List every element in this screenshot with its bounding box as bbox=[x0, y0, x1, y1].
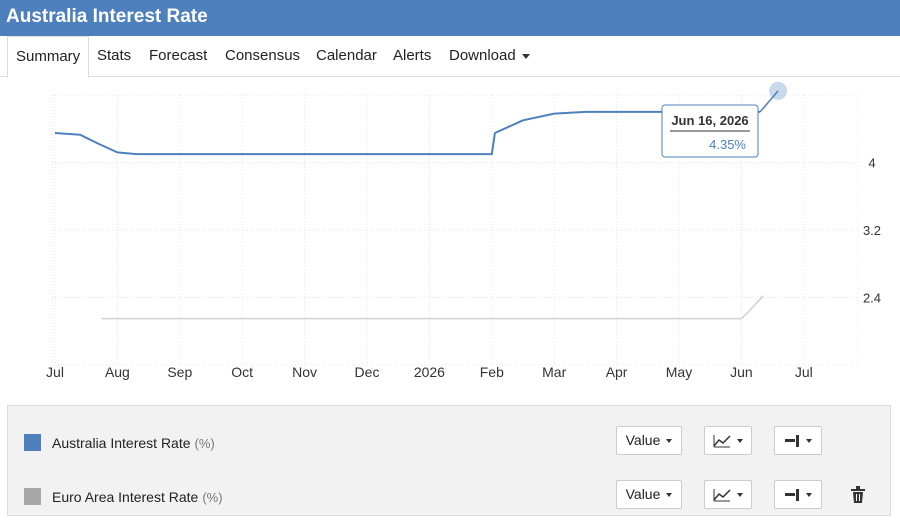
line-chart-icon bbox=[713, 435, 731, 448]
x-tick-label: Sep bbox=[167, 364, 192, 380]
axis-dropdown[interactable] bbox=[774, 426, 822, 455]
tab-alerts[interactable]: Alerts bbox=[393, 36, 431, 77]
y-tick-label: 3.2 bbox=[863, 223, 881, 238]
x-tick-label: Mar bbox=[542, 364, 566, 380]
tab-stats[interactable]: Stats bbox=[97, 36, 131, 77]
tab-forecast[interactable]: Forecast bbox=[149, 36, 207, 77]
tab-summary[interactable]: Summary bbox=[7, 36, 90, 78]
axis-side-icon bbox=[785, 489, 799, 502]
chevron-down-icon bbox=[521, 53, 530, 59]
y-tick-label: 4 bbox=[868, 156, 875, 171]
x-tick-label: Jul bbox=[46, 364, 64, 380]
tab-download[interactable]: Download bbox=[449, 36, 530, 77]
x-tick-label: 2026 bbox=[414, 364, 445, 380]
x-tick-label: Apr bbox=[606, 364, 628, 380]
legend-row-euro: Euro Area Interest Rate (%) Value bbox=[8, 468, 892, 512]
legend-series-name: Euro Area Interest Rate (%) bbox=[52, 489, 223, 505]
tab-consensus[interactable]: Consensus bbox=[225, 36, 300, 77]
chart-type-dropdown[interactable] bbox=[704, 426, 752, 455]
tab-bar: Summary Stats Forecast Consensus Calenda… bbox=[0, 36, 900, 78]
y-tick-label: 2.4 bbox=[863, 291, 881, 306]
tab-download-label: Download bbox=[449, 47, 516, 64]
tooltip-value: 4.35% bbox=[709, 137, 746, 152]
x-tick-label: Oct bbox=[231, 364, 253, 380]
tooltip-date: Jun 16, 2026 bbox=[671, 113, 748, 128]
legend-swatch-australia bbox=[24, 434, 41, 451]
axis-side-icon bbox=[785, 435, 799, 448]
x-tick-label: Nov bbox=[292, 364, 317, 380]
title-bar: Australia Interest Rate bbox=[0, 0, 900, 36]
chart-area[interactable]: 4 3.2 2.4 Jul Aug Sep Oct Nov Dec 2026 Feb Mar Apr Ma… bbox=[0, 77, 900, 404]
x-tick-label: May bbox=[666, 364, 692, 380]
line-chart-icon bbox=[713, 489, 731, 502]
value-dropdown[interactable]: Value bbox=[616, 480, 682, 509]
x-tick-label: Aug bbox=[105, 364, 130, 380]
trash-icon[interactable] bbox=[850, 486, 866, 504]
legend-panel: Australia Interest Rate (%) Value Euro Ar… bbox=[7, 405, 891, 516]
x-tick-label: Jun bbox=[730, 364, 753, 380]
x-tick-label: Dec bbox=[355, 364, 380, 380]
hover-connector bbox=[759, 90, 779, 113]
tab-calendar[interactable]: Calendar bbox=[316, 36, 377, 77]
x-tick-label: Feb bbox=[480, 364, 504, 380]
page-title: Australia Interest Rate bbox=[6, 6, 208, 27]
axis-dropdown[interactable] bbox=[774, 480, 822, 509]
legend-row-australia: Australia Interest Rate (%) Value bbox=[8, 414, 892, 458]
chart-type-dropdown[interactable] bbox=[704, 480, 752, 509]
series-line-euro bbox=[101, 295, 764, 320]
x-tick-label: Jul bbox=[795, 364, 813, 380]
series-line-australia bbox=[54, 110, 761, 156]
legend-series-name: Australia Interest Rate (%) bbox=[52, 435, 215, 451]
legend-swatch-euro bbox=[24, 488, 41, 505]
line-chart[interactable]: 4 3.2 2.4 Jul Aug Sep Oct Nov Dec 2026 Feb Mar Apr Ma… bbox=[0, 77, 900, 404]
value-dropdown[interactable]: Value bbox=[616, 426, 682, 455]
